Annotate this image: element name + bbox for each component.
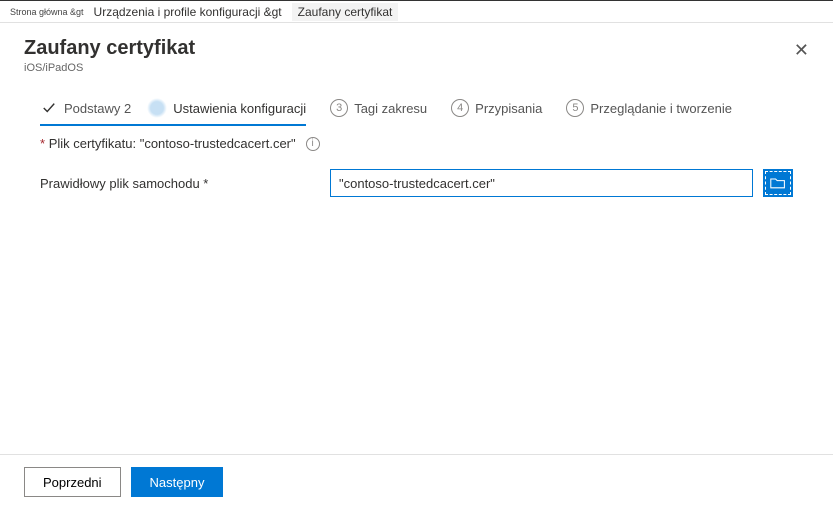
page-title: Zaufany certyfikat	[24, 37, 195, 60]
breadcrumb: Strona główna &gt Urządzenia i profile k…	[0, 1, 833, 23]
wizard-footer: Poprzedni Następny	[0, 454, 833, 509]
wizard-step-basics[interactable]: Podstawy 2	[40, 99, 131, 117]
wizard-step-review[interactable]: 5 Przeglądanie i tworzenie	[566, 99, 732, 117]
wizard-step-scope-tags[interactable]: 3 Tagi zakresu	[330, 99, 427, 117]
valid-file-label: Prawidłowy plik samochodu *	[40, 176, 320, 191]
next-button[interactable]: Następny	[131, 467, 224, 497]
breadcrumb-devices[interactable]: Urządzenia i profile konfiguracji &gt	[94, 5, 282, 19]
step-number-icon: 4	[451, 99, 469, 117]
browse-button[interactable]	[763, 169, 793, 197]
step-active-dot-icon	[147, 98, 167, 118]
step-number-icon: 3	[330, 99, 348, 117]
step-number-icon: 5	[566, 99, 584, 117]
form-content: * Plik certyfikatu: "contoso-trustedcace…	[0, 118, 833, 197]
check-icon	[40, 99, 58, 117]
info-icon[interactable]: i	[306, 137, 320, 151]
file-input[interactable]	[330, 169, 753, 197]
previous-button[interactable]: Poprzedni	[24, 467, 121, 497]
breadcrumb-current: Zaufany certyfikat	[292, 3, 399, 21]
wizard-step-config[interactable]: Ustawienia konfiguracji	[147, 98, 306, 118]
close-button[interactable]: ✕	[790, 37, 813, 63]
close-icon: ✕	[794, 40, 809, 60]
wizard-steps: Podstawy 2 Ustawienia konfiguracji 3 Tag…	[0, 80, 833, 118]
cert-file-label: Plik certyfikatu: "contoso-trustedcacert…	[49, 136, 296, 151]
required-indicator: *	[40, 136, 45, 151]
folder-icon	[770, 176, 786, 190]
page-subtitle: iOS/iPadOS	[24, 62, 195, 74]
breadcrumb-home[interactable]: Strona główna &gt	[10, 7, 84, 17]
wizard-step-assignments[interactable]: 4 Przypisania	[451, 99, 542, 117]
page-header: Zaufany certyfikat iOS/iPadOS ✕	[0, 23, 833, 80]
